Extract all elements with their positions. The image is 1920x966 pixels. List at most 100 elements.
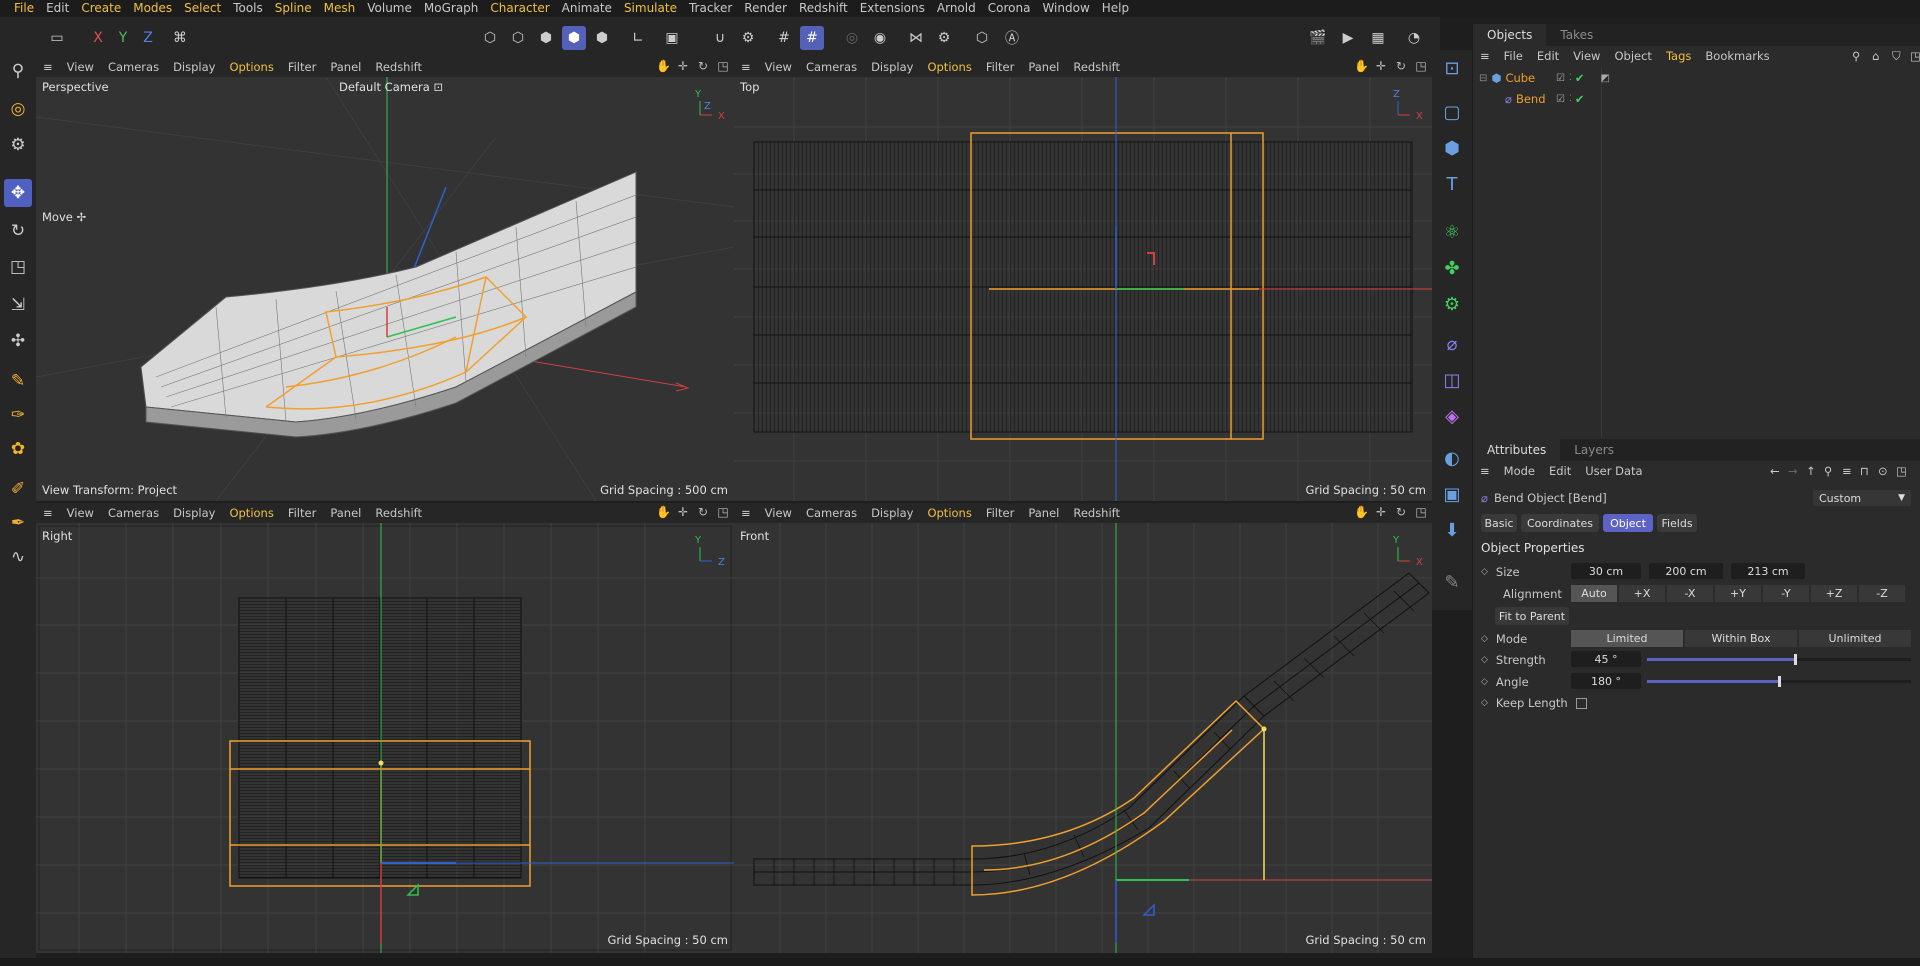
menu-filter[interactable]: Filter [979,60,1021,74]
menu-panel[interactable]: Panel [323,506,368,520]
orbit-icon[interactable]: ↻ [696,59,710,73]
camera-name[interactable]: Default Camera ⊡ [339,80,443,94]
symmetry-icon[interactable]: ◎ [840,26,864,50]
viewport-menu-icon[interactable]: ≡ [734,60,758,74]
rotate-tool-icon[interactable]: ↻ [4,217,32,245]
menu-object[interactable]: Object [1607,49,1658,63]
menu-redshift[interactable]: Redshift [1066,506,1127,520]
menu-display[interactable]: Display [864,506,920,520]
object-name[interactable]: Cube [1505,71,1535,85]
edges-mode-icon[interactable]: ⬡ [506,26,530,50]
viewport-perspective[interactable]: ≡ View Cameras Display Options Filter Pa… [36,57,734,501]
tab-coordinates[interactable]: Coordinates [1521,514,1599,532]
camera-icon[interactable]: ▣ [1438,480,1466,508]
menu-edit[interactable]: Edit [1530,49,1566,63]
tab-object[interactable]: Object [1603,514,1653,532]
alignment-minus-y[interactable]: -Y [1763,585,1809,602]
editable-checkbox-icon[interactable]: ☑ [1556,73,1565,84]
spline-pen-icon[interactable]: ✎ [4,367,32,395]
pan-icon[interactable]: ✋ [1354,505,1369,519]
menu-animate[interactable]: Animate [556,0,618,17]
axis-mode-icon[interactable]: ∟ [626,26,650,50]
tab-fields[interactable]: Fields [1657,514,1697,532]
points-mode-icon[interactable]: ⬡ [478,26,502,50]
tab-attributes[interactable]: Attributes [1473,439,1561,461]
menu-mesh[interactable]: Mesh [318,0,362,17]
size-z-field[interactable]: 213 cm [1731,563,1805,579]
sculpt-icon[interactable]: ∿ [4,543,32,571]
attributes-menu-icon[interactable]: ≡ [1473,464,1497,478]
menu-panel[interactable]: Panel [1021,60,1066,74]
mode-within-box[interactable]: Within Box [1685,630,1797,647]
orbit-icon[interactable]: ↻ [1394,59,1408,73]
menu-file[interactable]: File [1497,49,1530,63]
magnet-icon[interactable]: ∪ [708,26,732,50]
visibility-dots-icon[interactable]: ⁚ [1569,73,1572,83]
strength-slider-handle[interactable] [1793,654,1797,665]
home-icon[interactable]: ⌂ [1865,49,1886,63]
keyframe-diamond-icon[interactable]: ◇ [1481,698,1488,708]
menu-mograph[interactable]: MoGraph [418,0,485,17]
paint-tool-icon[interactable]: ✎ [1438,568,1466,596]
viewport-front[interactable]: ≡ View Cameras Display Options Filter Pa… [734,503,1432,953]
menu-arnold[interactable]: Arnold [931,0,982,17]
menu-redshift[interactable]: Redshift [793,0,854,17]
alignment-plus-y[interactable]: +Y [1715,585,1761,602]
menu-view[interactable]: View [758,506,799,520]
menu-options[interactable]: Options [920,60,978,74]
menu-redshift[interactable]: Redshift [368,506,429,520]
keep-length-checkbox[interactable] [1575,697,1587,709]
new-window-icon[interactable]: ◳ [1903,49,1920,63]
menu-mode[interactable]: Mode [1497,464,1542,478]
object-row-bend[interactable]: ⌀ Bend [1505,92,1546,106]
angle-slider[interactable] [1647,676,1911,687]
model-mode-icon[interactable]: ⬢ [562,26,586,50]
menu-view[interactable]: View [1566,49,1607,63]
cube-primitive-icon[interactable]: ⬢ [1438,134,1466,162]
menu-bookmarks[interactable]: Bookmarks [1698,49,1776,63]
menu-display[interactable]: Display [166,506,222,520]
lock-workplane-icon[interactable]: ◉ [868,26,892,50]
menu-display[interactable]: Display [166,60,222,74]
dolly-icon[interactable]: ✛ [676,59,690,73]
menu-corona[interactable]: Corona [982,0,1037,17]
search-icon[interactable]: ⚲ [4,57,32,85]
grid-snap-icon[interactable]: # [772,26,796,50]
menu-options[interactable]: Options [920,506,978,520]
menu-filter[interactable]: Filter [281,506,323,520]
paint-brush-icon[interactable]: ✐ [4,475,32,503]
object-name[interactable]: Bend [1516,92,1546,106]
undo-history-icon[interactable]: ▭ [45,26,69,50]
menu-filter[interactable]: Filter [979,506,1021,520]
size-y-field[interactable]: 200 cm [1649,563,1723,579]
coordinate-system-icon[interactable]: ⌘ [168,26,192,50]
alignment-plus-x[interactable]: +X [1619,585,1665,602]
menu-extensions[interactable]: Extensions [854,0,931,17]
render-picture-viewer-icon[interactable]: ▶ [1336,26,1360,50]
menu-panel[interactable]: Panel [323,60,368,74]
menu-simulate[interactable]: Simulate [618,0,683,17]
alignment-plus-z[interactable]: +Z [1811,585,1857,602]
preset-dropdown[interactable]: Custom ▼ [1813,490,1911,506]
maximize-icon[interactable]: ◳ [716,59,730,73]
menu-filter[interactable]: Filter [281,60,323,74]
collapse-icon[interactable]: ⊟ [1479,73,1487,84]
viewport-menu-icon[interactable]: ≡ [36,60,60,74]
menu-select[interactable]: Select [178,0,227,17]
maximize-icon[interactable]: ◳ [1414,505,1428,519]
objects-menu-icon[interactable]: ≡ [1473,49,1497,63]
field-icon[interactable]: ◈ [1438,402,1466,430]
pan-icon[interactable]: ✋ [656,505,671,519]
cloner-icon[interactable]: ⚛ [1438,218,1466,246]
menu-view[interactable]: View [60,506,101,520]
tag-icon[interactable]: ◩ [1600,73,1609,84]
enabled-check-icon[interactable]: ✔ [1575,92,1585,106]
workplane-snap-icon[interactable]: # [800,26,824,50]
y-axis-lock-button[interactable]: Y [111,26,135,50]
live-selection-icon[interactable]: ⚙ [4,131,32,159]
tab-layers[interactable]: Layers [1560,439,1628,461]
knife-tool-icon[interactable]: ✒ [4,509,32,537]
menu-edit[interactable]: Edit [1542,464,1578,478]
editable-checkbox-icon[interactable]: ☑ [1556,94,1565,105]
object-row-cube[interactable]: ⊟ ⬢ Cube [1479,71,1535,85]
